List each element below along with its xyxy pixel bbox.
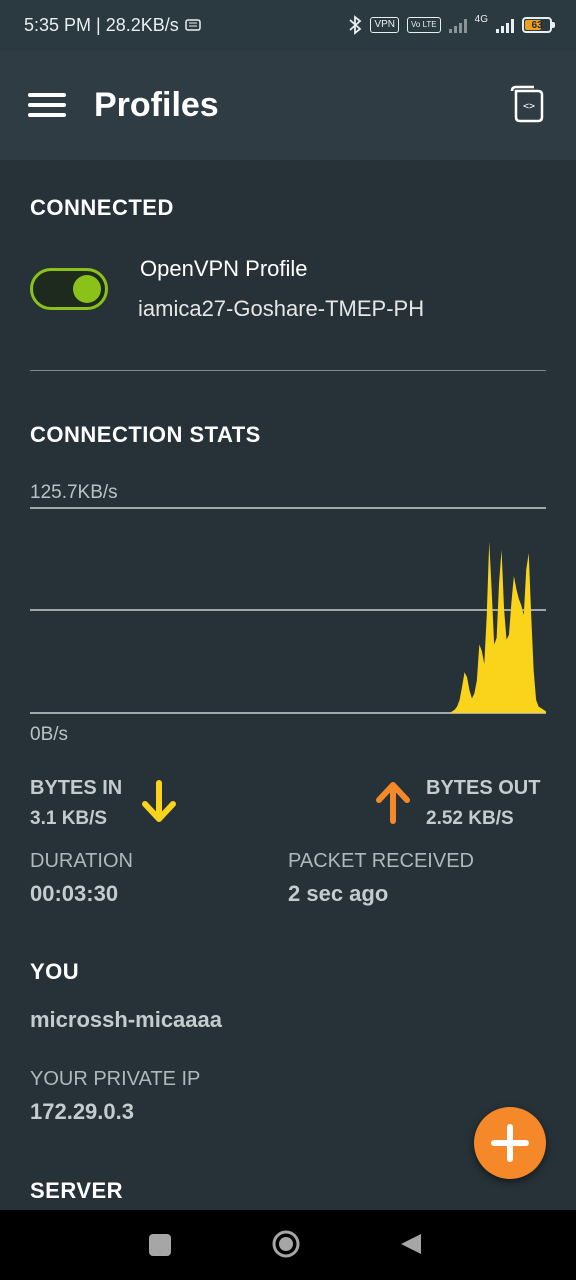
- server-section-title: SERVER: [30, 1178, 124, 1203]
- back-button[interactable]: [399, 1232, 423, 1256]
- you-section-title: YOU: [30, 959, 80, 984]
- connection-stats-title: CONNECTION STATS: [30, 422, 261, 447]
- import-profile-icon[interactable]: <>: [508, 85, 548, 125]
- packet-received-value: 2 sec ago: [288, 881, 389, 906]
- status-left: 5:35 PM | 28.2KB/s: [24, 15, 201, 36]
- signal-icon: [448, 17, 467, 33]
- chart-area-series: [30, 541, 546, 713]
- vpn-toggle[interactable]: [30, 268, 108, 310]
- recent-apps-button[interactable]: [149, 1234, 171, 1256]
- bytes-out-label: BYTES OUT: [426, 777, 541, 799]
- toggle-knob: [73, 275, 101, 303]
- add-profile-button[interactable]: [474, 1107, 546, 1179]
- chart-min-label: 0B/s: [30, 724, 69, 745]
- bluetooth-icon: [349, 15, 362, 35]
- private-ip-value: 172.29.0.3: [30, 1099, 134, 1124]
- traffic-chart: [30, 507, 546, 714]
- profile-name[interactable]: OpenVPN Profile: [140, 256, 308, 282]
- page-title: Profiles: [94, 85, 219, 124]
- status-right: VPN Vo LTE 4G 63: [348, 13, 555, 35]
- connected-section-title: CONNECTED: [30, 195, 174, 220]
- chart-max-label: 125.7KB/s: [30, 482, 118, 503]
- vpn-badge: VPN: [370, 17, 399, 33]
- volte-badge: Vo LTE: [407, 17, 441, 33]
- arrow-down-icon: [142, 780, 176, 822]
- svg-text:<>: <>: [523, 101, 535, 112]
- app-bar: Profiles <>: [0, 50, 576, 160]
- duration-value: 00:03:30: [30, 881, 119, 906]
- packet-received-label: PACKET RECEIVED: [288, 850, 474, 872]
- plus-icon: [491, 1124, 529, 1162]
- profile-server[interactable]: iamica27-Goshare-TMEP-PH: [138, 296, 424, 322]
- battery-icon: 63: [522, 17, 555, 33]
- battery-level: 63: [531, 19, 543, 31]
- arrow-up-icon: [376, 782, 410, 824]
- bytes-in-label: BYTES IN: [30, 777, 123, 799]
- username: microssh-micaaaa: [30, 1007, 222, 1032]
- menu-icon[interactable]: [28, 91, 68, 119]
- network-type: 4G: [474, 13, 488, 25]
- divider: [30, 370, 546, 371]
- bytes-out-value: 2.52 KB/S: [426, 808, 514, 829]
- bytes-in-value: 3.1 KB/S: [30, 808, 108, 829]
- private-ip-label: YOUR PRIVATE IP: [30, 1068, 201, 1090]
- duration-label: DURATION: [30, 850, 133, 872]
- hd-icon: [185, 19, 201, 31]
- signal-icon-2: [496, 17, 514, 33]
- home-button[interactable]: [271, 1229, 301, 1259]
- status-time-speed: 5:35 PM | 28.2KB/s: [24, 14, 179, 35]
- status-bar: 5:35 PM | 28.2KB/s VPN Vo LTE 4G 63: [0, 0, 576, 50]
